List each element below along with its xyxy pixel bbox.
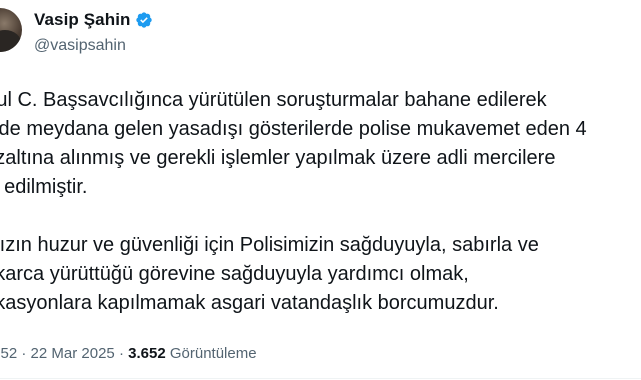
tweet-meta: 3:52 · 22 Mar 2025 · 3.652 Görüntüleme — [0, 345, 257, 362]
tweet-line: okakarca yürüttüğü görevine sağduyuyla y… — [0, 263, 469, 285]
meta-separator: · — [118, 345, 124, 362]
tweet-line: ovakasyonlara kapılmamak asgari vatandaş… — [0, 292, 499, 314]
tweet-line: slim edilmiştir. — [0, 176, 88, 198]
meta-separator: · — [21, 345, 27, 362]
avatar[interactable] — [0, 8, 22, 52]
verified-badge-icon[interactable] — [135, 11, 153, 29]
tweet-card: Vasip Şahin @vasipsahin anbul C. Başsavc… — [0, 0, 641, 380]
author-name-row: Vasip Şahin — [34, 10, 153, 30]
views-label[interactable]: Görüntüleme — [170, 345, 257, 362]
tweet-line: anbul C. Başsavcılığınca yürütülen soruş… — [0, 89, 547, 111]
tweet-line: lkımızın huzur ve güvenliği için Polisim… — [0, 234, 539, 256]
author-display-name[interactable]: Vasip Şahin — [34, 10, 131, 30]
tweet-text: anbul C. Başsavcılığınca yürütülen soruş… — [0, 86, 641, 318]
tweet-header: Vasip Şahin @vasipsahin — [0, 0, 641, 72]
views-count[interactable]: 3.652 — [128, 345, 166, 362]
tweet-line: imizde meydana gelen yasadışı gösteriler… — [0, 118, 587, 140]
tweet-line: i gözaltına alınmış ve gerekli işlemler … — [0, 147, 556, 169]
divider — [0, 378, 641, 379]
tweet-date[interactable]: 22 Mar 2025 — [31, 345, 115, 362]
tweet-time[interactable]: 3:52 — [0, 345, 17, 362]
author-handle[interactable]: @vasipsahin — [34, 37, 126, 55]
